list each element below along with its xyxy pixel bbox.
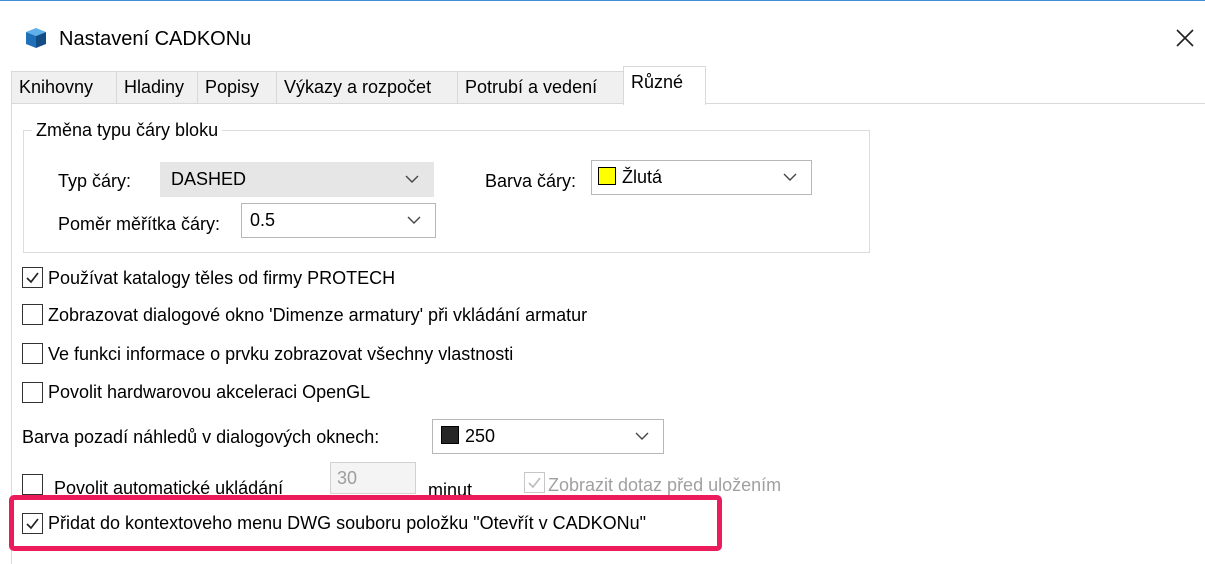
autosave-interval-input[interactable]: 30 — [330, 462, 416, 494]
preview-bg-value: 250 — [465, 426, 496, 446]
window-title: Nastavení CADKONu — [59, 28, 252, 50]
tab-strip: Knihovny Hladiny Popisy Výkazy a rozpoče… — [11, 66, 1205, 105]
dimension-dialog-label: Zobrazovat dialogové okno 'Dimenze armat… — [48, 305, 588, 325]
chevron-down-icon — [405, 175, 419, 183]
line-scale-select[interactable]: 0.5 — [241, 203, 436, 238]
protech-catalogs-checkbox[interactable] — [22, 267, 43, 288]
autosave-checkbox[interactable] — [22, 474, 43, 495]
dark-color-swatch — [441, 426, 459, 445]
tab-knihovny[interactable]: Knihovny — [11, 71, 117, 103]
protech-catalogs-label: Používat katalogy těles od firmy PROTECH — [48, 268, 396, 288]
checkmark-icon — [26, 272, 39, 284]
chevron-down-icon — [407, 216, 421, 224]
opengl-label: Povolit hardwarovou akceleraci OpenGL — [48, 382, 371, 402]
context-menu-checkbox[interactable] — [22, 513, 43, 534]
checkmark-icon — [528, 477, 541, 489]
line-type-label: Typ čáry: — [58, 171, 132, 191]
autosave-confirm-checkbox[interactable] — [524, 472, 545, 493]
line-scale-value: 0.5 — [250, 210, 276, 230]
tab-hladiny[interactable]: Hladiny — [116, 71, 198, 103]
all-properties-label: Ve funkci informace o prvku zobrazovat v… — [48, 344, 514, 364]
cadkon-app-icon — [22, 27, 48, 49]
preview-bg-label: Barva pozadí náhledů v dialogových oknec… — [22, 427, 380, 447]
title-bar: Nastavení CADKONu — [0, 1, 1205, 61]
opengl-checkbox[interactable] — [22, 382, 43, 403]
yellow-color-swatch — [598, 167, 616, 186]
line-scale-label: Poměr měřítka čáry: — [58, 214, 221, 234]
tab-ruzne[interactable]: Různé — [623, 66, 706, 105]
autosave-confirm-label: Zobrazit dotaz před uložením — [548, 475, 782, 495]
line-color-value: Žlutá — [622, 167, 663, 187]
dimension-dialog-checkbox[interactable] — [22, 304, 43, 325]
chevron-down-icon — [635, 432, 649, 440]
line-color-label: Barva čáry: — [485, 171, 577, 191]
line-type-select[interactable]: DASHED — [160, 162, 434, 197]
line-type-value: DASHED — [171, 169, 247, 189]
tab-vykazy-a-rozpocet[interactable]: Výkazy a rozpočet — [276, 71, 458, 103]
autosave-unit-label: minut — [428, 480, 473, 500]
tab-popisy[interactable]: Popisy — [197, 71, 277, 103]
checkmark-icon — [26, 518, 39, 530]
close-icon — [1176, 29, 1194, 47]
chevron-down-icon — [783, 173, 797, 181]
line-color-select[interactable]: Žlutá — [591, 160, 812, 195]
tab-potrubi-a-vedeni[interactable]: Potrubí a vedení — [457, 71, 624, 103]
context-menu-label: Přidat do kontextoveho menu DWG souboru … — [48, 513, 647, 533]
autosave-label: Povolit automatické ukládání — [54, 478, 284, 498]
line-type-group-title: Změna typu čáry bloku — [32, 118, 223, 142]
all-properties-checkbox[interactable] — [22, 343, 43, 364]
close-button[interactable] — [1168, 21, 1204, 57]
preview-bg-select[interactable]: 250 — [432, 419, 664, 454]
